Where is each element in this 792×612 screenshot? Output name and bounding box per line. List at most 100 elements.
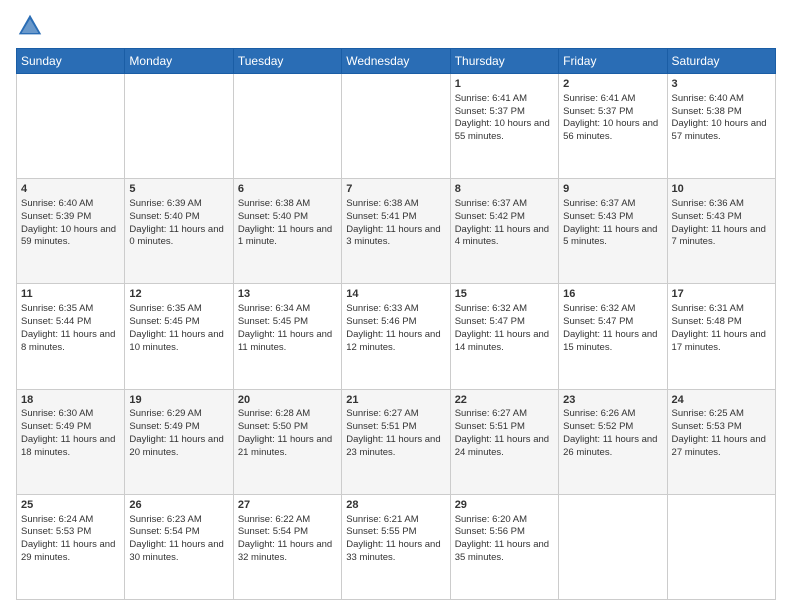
day-number: 25 xyxy=(21,498,120,513)
day-number: 1 xyxy=(455,77,554,92)
day-header-row: SundayMondayTuesdayWednesdayThursdayFrid… xyxy=(17,49,776,74)
day-header-friday: Friday xyxy=(559,49,667,74)
day-cell: 9Sunrise: 6:37 AM Sunset: 5:43 PM Daylig… xyxy=(559,179,667,284)
day-info: Sunrise: 6:32 AM Sunset: 5:47 PM Dayligh… xyxy=(455,303,549,352)
day-number: 8 xyxy=(455,182,554,197)
day-number: 2 xyxy=(563,77,662,92)
day-cell: 21Sunrise: 6:27 AM Sunset: 5:51 PM Dayli… xyxy=(342,389,450,494)
day-number: 6 xyxy=(238,182,337,197)
day-number: 11 xyxy=(21,287,120,302)
day-number: 16 xyxy=(563,287,662,302)
day-cell: 23Sunrise: 6:26 AM Sunset: 5:52 PM Dayli… xyxy=(559,389,667,494)
day-number: 27 xyxy=(238,498,337,513)
day-number: 24 xyxy=(672,393,771,408)
day-cell: 14Sunrise: 6:33 AM Sunset: 5:46 PM Dayli… xyxy=(342,284,450,389)
day-number: 18 xyxy=(21,393,120,408)
day-number: 9 xyxy=(563,182,662,197)
day-number: 14 xyxy=(346,287,445,302)
logo xyxy=(16,12,48,40)
day-header-tuesday: Tuesday xyxy=(233,49,341,74)
calendar-table: SundayMondayTuesdayWednesdayThursdayFrid… xyxy=(16,48,776,600)
day-cell: 18Sunrise: 6:30 AM Sunset: 5:49 PM Dayli… xyxy=(17,389,125,494)
day-cell xyxy=(342,74,450,179)
day-info: Sunrise: 6:26 AM Sunset: 5:52 PM Dayligh… xyxy=(563,408,657,457)
day-info: Sunrise: 6:33 AM Sunset: 5:46 PM Dayligh… xyxy=(346,303,440,352)
day-header-sunday: Sunday xyxy=(17,49,125,74)
day-info: Sunrise: 6:25 AM Sunset: 5:53 PM Dayligh… xyxy=(672,408,766,457)
day-header-monday: Monday xyxy=(125,49,233,74)
day-cell: 3Sunrise: 6:40 AM Sunset: 5:38 PM Daylig… xyxy=(667,74,775,179)
day-info: Sunrise: 6:37 AM Sunset: 5:42 PM Dayligh… xyxy=(455,198,549,247)
day-number: 4 xyxy=(21,182,120,197)
day-number: 17 xyxy=(672,287,771,302)
day-header-saturday: Saturday xyxy=(667,49,775,74)
day-info: Sunrise: 6:36 AM Sunset: 5:43 PM Dayligh… xyxy=(672,198,766,247)
day-info: Sunrise: 6:28 AM Sunset: 5:50 PM Dayligh… xyxy=(238,408,332,457)
logo-icon xyxy=(16,12,44,40)
day-cell: 17Sunrise: 6:31 AM Sunset: 5:48 PM Dayli… xyxy=(667,284,775,389)
day-cell: 28Sunrise: 6:21 AM Sunset: 5:55 PM Dayli… xyxy=(342,494,450,599)
day-info: Sunrise: 6:38 AM Sunset: 5:41 PM Dayligh… xyxy=(346,198,440,247)
day-number: 12 xyxy=(129,287,228,302)
week-row-3: 18Sunrise: 6:30 AM Sunset: 5:49 PM Dayli… xyxy=(17,389,776,494)
day-cell: 1Sunrise: 6:41 AM Sunset: 5:37 PM Daylig… xyxy=(450,74,558,179)
day-cell: 6Sunrise: 6:38 AM Sunset: 5:40 PM Daylig… xyxy=(233,179,341,284)
day-info: Sunrise: 6:21 AM Sunset: 5:55 PM Dayligh… xyxy=(346,514,440,563)
day-header-thursday: Thursday xyxy=(450,49,558,74)
day-cell: 20Sunrise: 6:28 AM Sunset: 5:50 PM Dayli… xyxy=(233,389,341,494)
day-info: Sunrise: 6:32 AM Sunset: 5:47 PM Dayligh… xyxy=(563,303,657,352)
day-info: Sunrise: 6:29 AM Sunset: 5:49 PM Dayligh… xyxy=(129,408,223,457)
day-cell: 10Sunrise: 6:36 AM Sunset: 5:43 PM Dayli… xyxy=(667,179,775,284)
day-header-wednesday: Wednesday xyxy=(342,49,450,74)
day-cell: 12Sunrise: 6:35 AM Sunset: 5:45 PM Dayli… xyxy=(125,284,233,389)
day-number: 7 xyxy=(346,182,445,197)
day-number: 20 xyxy=(238,393,337,408)
day-cell: 27Sunrise: 6:22 AM Sunset: 5:54 PM Dayli… xyxy=(233,494,341,599)
day-cell: 15Sunrise: 6:32 AM Sunset: 5:47 PM Dayli… xyxy=(450,284,558,389)
day-cell: 16Sunrise: 6:32 AM Sunset: 5:47 PM Dayli… xyxy=(559,284,667,389)
day-info: Sunrise: 6:35 AM Sunset: 5:44 PM Dayligh… xyxy=(21,303,115,352)
day-cell: 22Sunrise: 6:27 AM Sunset: 5:51 PM Dayli… xyxy=(450,389,558,494)
day-info: Sunrise: 6:40 AM Sunset: 5:38 PM Dayligh… xyxy=(672,93,767,142)
day-cell: 29Sunrise: 6:20 AM Sunset: 5:56 PM Dayli… xyxy=(450,494,558,599)
day-cell: 25Sunrise: 6:24 AM Sunset: 5:53 PM Dayli… xyxy=(17,494,125,599)
day-number: 5 xyxy=(129,182,228,197)
header xyxy=(16,12,776,40)
week-row-4: 25Sunrise: 6:24 AM Sunset: 5:53 PM Dayli… xyxy=(17,494,776,599)
day-number: 21 xyxy=(346,393,445,408)
day-info: Sunrise: 6:39 AM Sunset: 5:40 PM Dayligh… xyxy=(129,198,223,247)
day-cell: 24Sunrise: 6:25 AM Sunset: 5:53 PM Dayli… xyxy=(667,389,775,494)
day-number: 22 xyxy=(455,393,554,408)
day-cell: 11Sunrise: 6:35 AM Sunset: 5:44 PM Dayli… xyxy=(17,284,125,389)
page: SundayMondayTuesdayWednesdayThursdayFrid… xyxy=(0,0,792,612)
day-cell: 26Sunrise: 6:23 AM Sunset: 5:54 PM Dayli… xyxy=(125,494,233,599)
day-info: Sunrise: 6:24 AM Sunset: 5:53 PM Dayligh… xyxy=(21,514,115,563)
day-info: Sunrise: 6:22 AM Sunset: 5:54 PM Dayligh… xyxy=(238,514,332,563)
day-cell xyxy=(667,494,775,599)
day-cell: 8Sunrise: 6:37 AM Sunset: 5:42 PM Daylig… xyxy=(450,179,558,284)
day-number: 28 xyxy=(346,498,445,513)
day-cell: 5Sunrise: 6:39 AM Sunset: 5:40 PM Daylig… xyxy=(125,179,233,284)
day-number: 13 xyxy=(238,287,337,302)
day-info: Sunrise: 6:20 AM Sunset: 5:56 PM Dayligh… xyxy=(455,514,549,563)
day-info: Sunrise: 6:23 AM Sunset: 5:54 PM Dayligh… xyxy=(129,514,223,563)
day-cell xyxy=(233,74,341,179)
day-info: Sunrise: 6:41 AM Sunset: 5:37 PM Dayligh… xyxy=(563,93,658,142)
day-info: Sunrise: 6:27 AM Sunset: 5:51 PM Dayligh… xyxy=(346,408,440,457)
day-cell xyxy=(17,74,125,179)
week-row-0: 1Sunrise: 6:41 AM Sunset: 5:37 PM Daylig… xyxy=(17,74,776,179)
day-info: Sunrise: 6:35 AM Sunset: 5:45 PM Dayligh… xyxy=(129,303,223,352)
day-info: Sunrise: 6:38 AM Sunset: 5:40 PM Dayligh… xyxy=(238,198,332,247)
day-info: Sunrise: 6:34 AM Sunset: 5:45 PM Dayligh… xyxy=(238,303,332,352)
day-info: Sunrise: 6:27 AM Sunset: 5:51 PM Dayligh… xyxy=(455,408,549,457)
day-number: 10 xyxy=(672,182,771,197)
day-info: Sunrise: 6:31 AM Sunset: 5:48 PM Dayligh… xyxy=(672,303,766,352)
day-cell xyxy=(559,494,667,599)
day-cell xyxy=(125,74,233,179)
day-info: Sunrise: 6:41 AM Sunset: 5:37 PM Dayligh… xyxy=(455,93,550,142)
week-row-1: 4Sunrise: 6:40 AM Sunset: 5:39 PM Daylig… xyxy=(17,179,776,284)
day-cell: 2Sunrise: 6:41 AM Sunset: 5:37 PM Daylig… xyxy=(559,74,667,179)
day-number: 23 xyxy=(563,393,662,408)
day-number: 3 xyxy=(672,77,771,92)
day-cell: 19Sunrise: 6:29 AM Sunset: 5:49 PM Dayli… xyxy=(125,389,233,494)
